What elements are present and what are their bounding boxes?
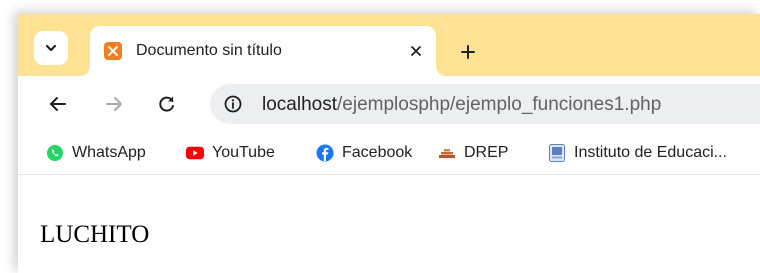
bookmark-label: YouTube [212, 144, 275, 161]
close-tab-button[interactable] [404, 39, 428, 63]
bookmark-instituto[interactable]: Instituto de Educaci... [548, 142, 727, 164]
page-content-text: LUCHITO [40, 221, 150, 248]
bookmark-facebook[interactable]: Facebook [316, 142, 412, 164]
tab-title: Documento sin título [136, 42, 282, 59]
url-host: localhost [262, 94, 337, 115]
browser-window: Documento sin título localhost/ejemplosp… [18, 14, 760, 273]
facebook-icon [316, 144, 334, 162]
forward-button[interactable] [102, 92, 126, 116]
info-icon[interactable] [224, 95, 242, 113]
bookmark-drep[interactable]: DREP [438, 142, 508, 164]
drep-icon [438, 144, 456, 162]
institute-icon [548, 144, 566, 162]
youtube-icon [186, 144, 204, 162]
close-icon [411, 46, 421, 56]
xampp-favicon-icon [104, 42, 122, 60]
url-path: /ejemplosphp/ejemplo_funciones1.php [337, 94, 662, 115]
content-divider [18, 174, 760, 175]
toolbar: localhost/ejemplosphp/ejemplo_funciones1… [18, 76, 760, 132]
bookmark-whatsapp[interactable]: WhatsApp [46, 142, 146, 164]
arrow-left-icon [50, 97, 66, 111]
address-bar[interactable]: localhost/ejemplosphp/ejemplo_funciones1… [210, 84, 760, 124]
tab-search-button[interactable] [34, 31, 68, 65]
bookmark-label: Instituto de Educaci... [574, 144, 727, 161]
url-text[interactable]: localhost/ejemplosphp/ejemplo_funciones1… [262, 94, 661, 116]
back-button[interactable] [46, 92, 70, 116]
bookmark-label: Facebook [342, 144, 413, 161]
arrow-right-icon [106, 97, 122, 111]
reload-icon [159, 96, 174, 112]
reload-button[interactable] [155, 92, 179, 116]
tab-active[interactable]: Documento sin título [80, 26, 446, 76]
bookmark-youtube[interactable]: YouTube [186, 142, 275, 164]
bookmarks-bar: WhatsApp YouTube Facebook DREP Instituto… [18, 132, 760, 174]
bookmark-label: DREP [464, 144, 509, 161]
chevron-down-icon [45, 44, 57, 52]
new-tab-button[interactable] [456, 40, 480, 64]
bookmark-label: WhatsApp [72, 144, 146, 161]
whatsapp-icon [46, 144, 64, 162]
tab-strip: Documento sin título [18, 14, 760, 76]
plus-icon [461, 45, 475, 59]
